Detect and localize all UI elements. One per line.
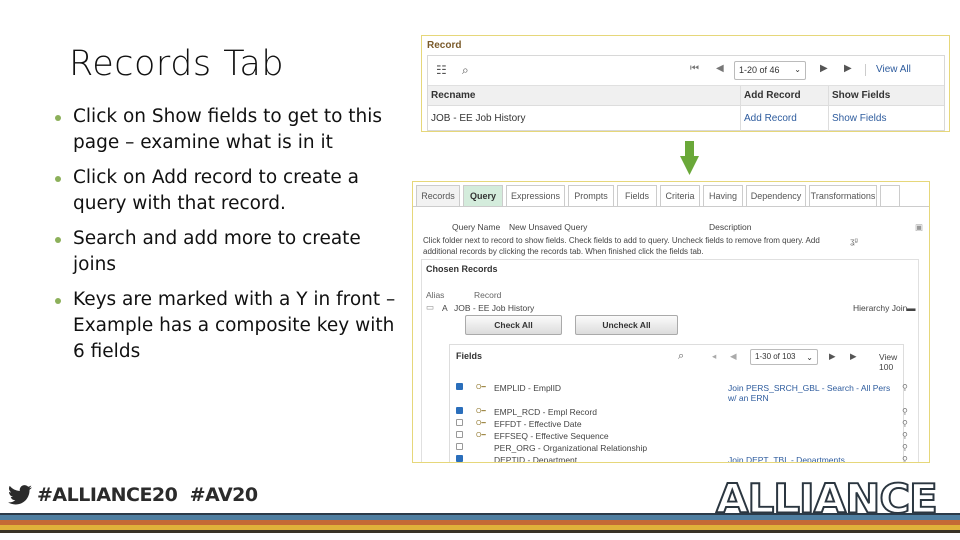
properties-icon[interactable]: ▣ [915, 222, 923, 233]
search-icon[interactable]: ⌕ [678, 350, 684, 363]
instructions-text: Click folder next to record to show fiel… [423, 236, 820, 256]
key-icon: O━ [476, 384, 486, 391]
recname-cell: JOB - EE Job History [431, 113, 526, 124]
fields-page-select[interactable]: 1-30 of 103 ⌄ [750, 349, 818, 365]
tab-strip: Records Query Expressions Prompts Fields… [416, 185, 903, 206]
page-range-select[interactable]: 1-20 of 46 ⌄ [734, 61, 806, 80]
last-page-icon[interactable]: ▶ [844, 63, 852, 74]
record-panel-screenshot: Record ☷ ⌕ ⏮ ◀ 1-20 of 46 ⌄ ▶ ▶ View All … [421, 35, 950, 132]
chosen-records-section: Chosen Records Alias Record ▭ A JOB - EE… [421, 259, 919, 462]
field-checkbox[interactable] [456, 407, 463, 414]
record-label: Record [474, 290, 502, 300]
first-page-icon[interactable]: ⏮ [690, 63, 699, 74]
bullet-item: Search and add more to create joins [52, 226, 402, 278]
tab-having[interactable]: Having [703, 185, 743, 206]
hashtag-banner: #ALLIANCE20 #AV20 [8, 484, 258, 506]
search-icon[interactable]: ⌕ [462, 63, 469, 78]
field-checkbox[interactable] [456, 419, 463, 426]
tab-query[interactable]: Query [463, 185, 503, 206]
bullet-dot [55, 237, 61, 243]
bullet-list: Click on Show fields to get to this page… [52, 104, 402, 374]
field-properties-icon[interactable]: ⚲ [902, 383, 908, 392]
tab-criteria[interactable]: Criteria [660, 185, 700, 206]
next-page-icon[interactable]: ▶ [829, 351, 836, 362]
key-icon: O━ [476, 432, 486, 439]
uncheck-all-button[interactable]: Uncheck All [575, 315, 678, 335]
grid-header: Recname Add Record Show Fields [428, 86, 944, 106]
view-100-link[interactable]: View 100 [879, 352, 903, 372]
bullet-dot [55, 176, 61, 182]
alias-label: Alias [426, 290, 445, 300]
slide-title: Records Tab [69, 44, 285, 84]
tab-fields[interactable]: Fields [617, 185, 657, 206]
record-header: Record [427, 40, 462, 51]
grid-toolbar: ☷ ⌕ ⏮ ◀ 1-20 of 46 ⌄ ▶ ▶ View All [428, 56, 944, 86]
col-show-fields: Show Fields [828, 86, 944, 105]
tab-expressions[interactable]: Expressions [506, 185, 565, 206]
fields-grid: Fields ⌕ ◂ ◀ 1-30 of 103 ⌄ ▶ ▶ View 100 O… [449, 344, 908, 462]
add-record-link[interactable]: Add Record [740, 106, 828, 131]
view-all-link[interactable]: View All [876, 64, 911, 75]
chosen-record: JOB - EE Job History [454, 303, 535, 313]
last-page-icon[interactable]: ▶ [850, 351, 857, 362]
divider [865, 64, 866, 76]
tab-dependency[interactable]: Dependency [746, 185, 806, 206]
bullet-item: Keys are marked with a Y in front – Exam… [52, 287, 402, 365]
folder-icon[interactable]: ▭ [426, 302, 434, 313]
personalize-icon[interactable]: ☷ [436, 63, 447, 77]
prev-page-icon[interactable]: ◀ [716, 63, 724, 74]
tab-underline [413, 206, 929, 207]
sql-icon[interactable]: ʓᵍ [850, 236, 858, 246]
query-name-value: New Unsaved Query [509, 222, 588, 232]
tab-more[interactable] [880, 185, 900, 206]
col-recname: Recname [431, 90, 476, 101]
tab-transformations[interactable]: Transformations [809, 185, 877, 206]
first-page-icon[interactable]: ◂ [712, 351, 716, 362]
prev-page-icon[interactable]: ◀ [730, 351, 737, 362]
join-link[interactable]: Join PERS_SRCH_GBL - Search - All Pers w… [728, 383, 898, 403]
twitter-icon [8, 485, 32, 505]
next-page-icon[interactable]: ▶ [820, 63, 828, 74]
collapse-icon[interactable]: ▬ [907, 303, 916, 313]
fields-label: Fields [456, 351, 483, 361]
field-properties-icon[interactable]: ⚲ [902, 407, 908, 416]
chosen-alias: A [442, 303, 448, 313]
field-checkbox[interactable] [456, 383, 463, 390]
show-fields-link[interactable]: Show Fields [828, 106, 944, 131]
tab-records[interactable]: Records [416, 185, 460, 206]
query-panel-screenshot: Records Query Expressions Prompts Fields… [412, 181, 930, 463]
key-icon: O━ [476, 420, 486, 427]
col-add-record: Add Record [740, 86, 828, 105]
field-checkbox[interactable] [456, 431, 463, 438]
field-checkbox[interactable] [456, 443, 463, 450]
description-label: Description [709, 222, 752, 232]
check-all-button[interactable]: Check All [465, 315, 562, 335]
down-arrow-icon [680, 141, 699, 175]
bullet-item: Click on Show fields to get to this page… [52, 104, 402, 156]
field-properties-icon[interactable]: ⚲ [902, 443, 908, 452]
bullet-dot [55, 298, 61, 304]
tab-prompts[interactable]: Prompts [568, 185, 614, 206]
record-grid: ☷ ⌕ ⏮ ◀ 1-20 of 46 ⌄ ▶ ▶ View All Recname… [427, 55, 945, 131]
join-link[interactable]: Join DEPT_TBL - Departments [728, 455, 898, 462]
field-properties-icon[interactable]: ⚲ [902, 419, 908, 428]
field-properties-icon[interactable]: ⚲ [902, 431, 908, 440]
bullet-dot [55, 115, 61, 121]
stripe [0, 530, 960, 533]
hierarchy-join-link[interactable]: Hierarchy Join [853, 303, 907, 313]
query-name-label: Query Name [452, 222, 501, 232]
key-icon: O━ [476, 408, 486, 415]
field-checkbox[interactable] [456, 455, 463, 462]
bullet-item: Click on Add record to create a query wi… [52, 165, 402, 217]
table-row: JOB - EE Job History Add Record Show Fie… [428, 106, 944, 131]
field-properties-icon[interactable]: ⚲ [902, 455, 908, 462]
footer-stripes [0, 513, 960, 533]
chosen-records-label: Chosen Records [426, 264, 498, 274]
